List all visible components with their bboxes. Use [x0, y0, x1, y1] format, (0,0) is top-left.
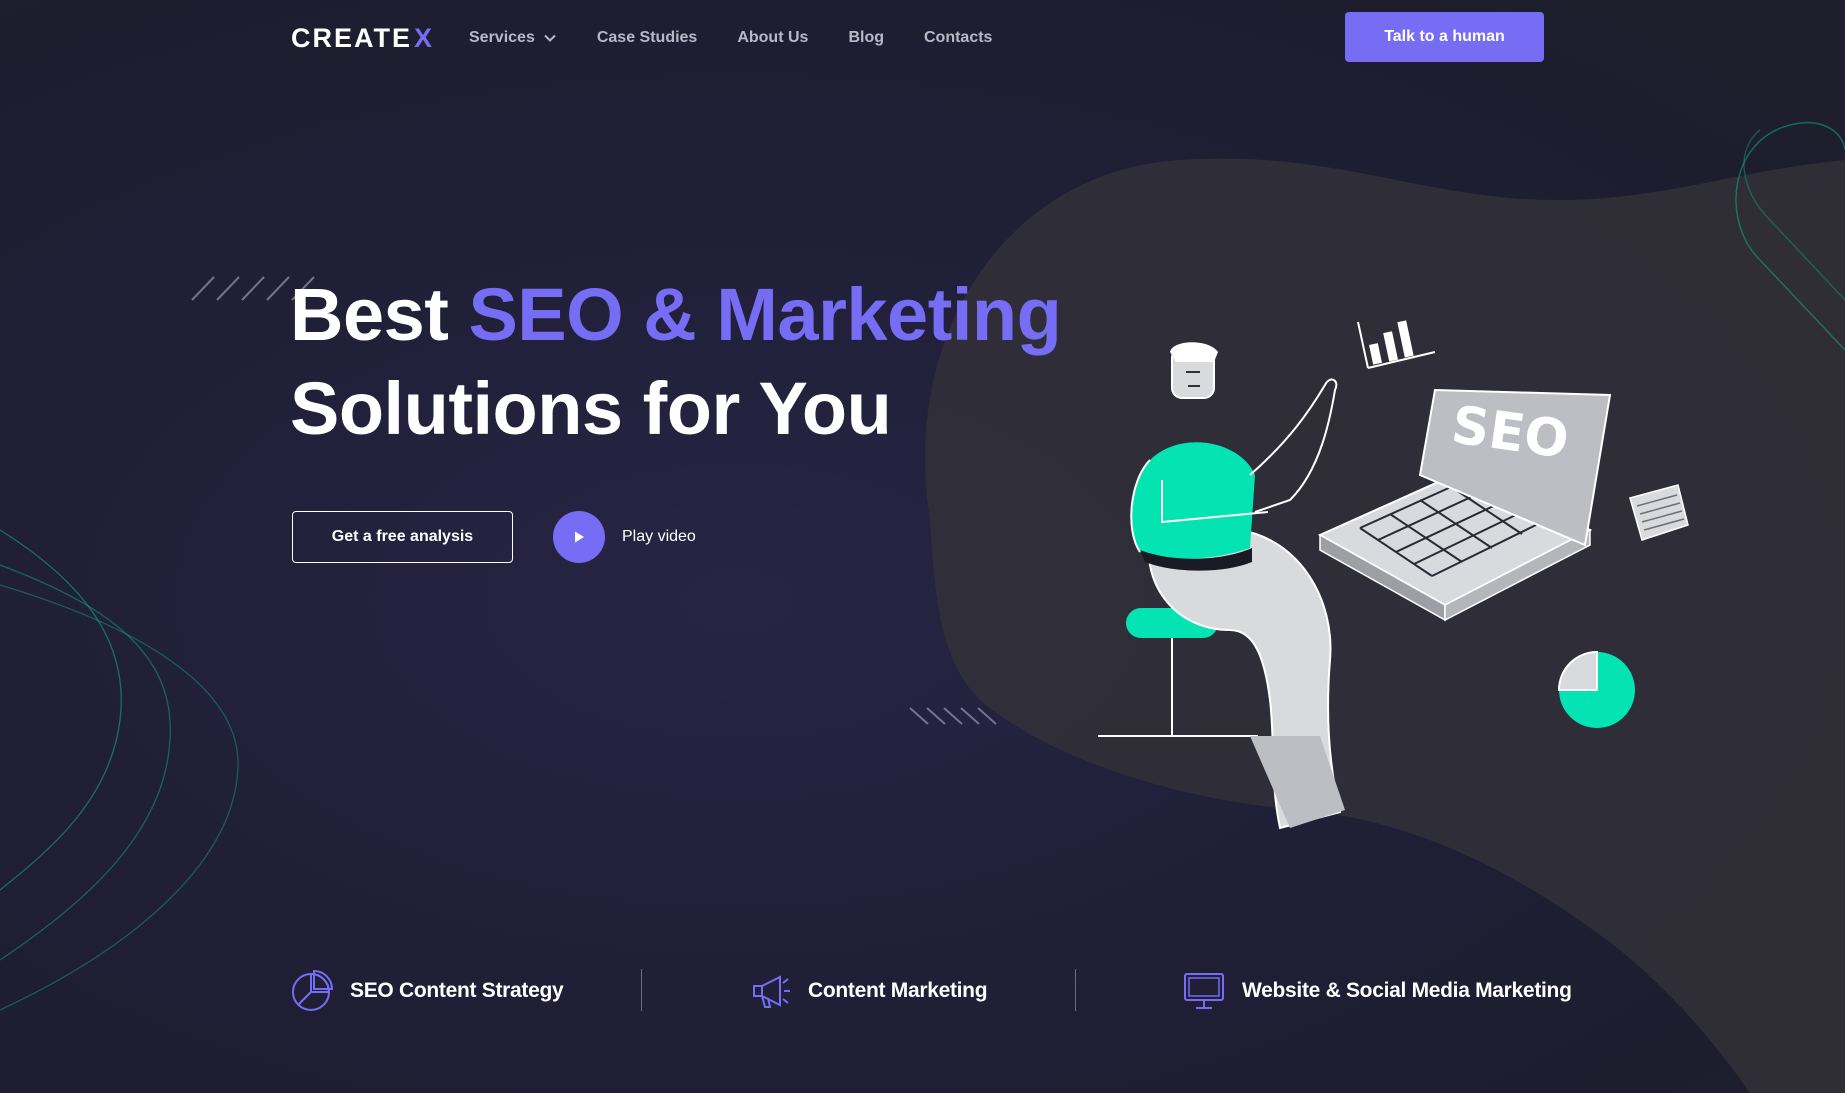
note-icon	[1629, 484, 1689, 541]
chevron-down-icon	[544, 34, 556, 42]
megaphone-icon	[753, 975, 790, 1008]
nav-blog[interactable]: Blog	[848, 26, 884, 50]
nav-about-us[interactable]: About Us	[737, 26, 808, 50]
feature-divider	[1075, 969, 1076, 1011]
nav-services-label: Services	[469, 29, 535, 46]
nav-contacts-label: Contacts	[923, 29, 993, 46]
logo-accent: X	[414, 23, 435, 53]
play-icon-circle	[553, 511, 605, 563]
play-video-label: Play video	[622, 528, 696, 545]
site-header: CREATE X Services Case Studies About Us B…	[0, 0, 1845, 74]
main-nav: Services Case Studies About Us Blog Cont…	[469, 26, 1032, 50]
feature-label: Content Marketing	[808, 979, 988, 1002]
bar-chart-icon	[1357, 320, 1436, 369]
feature-divider	[641, 969, 642, 1011]
nav-about-us-label: About Us	[737, 29, 809, 46]
nav-services[interactable]: Services	[469, 26, 557, 50]
nav-blog-label: Blog	[848, 29, 884, 46]
feature-content-marketing[interactable]: Content Marketing	[748, 966, 988, 1016]
talk-to-human-button[interactable]: Talk to a human	[1345, 12, 1544, 62]
feature-list: SEO Content Strategy Content Marketing W…	[290, 966, 1572, 1016]
pie-chart-icon	[1557, 650, 1635, 728]
hero-title-line2: Solutions for You	[290, 367, 892, 450]
nav-contacts[interactable]: Contacts	[924, 26, 992, 50]
monitor-icon	[1184, 973, 1224, 1009]
play-video-button[interactable]: Play video	[553, 511, 696, 563]
hero-illustration: SEO	[1098, 320, 1689, 830]
pie-chart-icon	[292, 969, 334, 1011]
logo-text: CREATE	[291, 23, 413, 53]
feature-label: Website & Social Media Marketing	[1242, 979, 1572, 1002]
hero-title: Best SEO & Marketing Solutions for You	[290, 268, 1062, 456]
logo[interactable]: CREATE X	[291, 23, 434, 54]
hero-title-accent: SEO & Marketing	[468, 273, 1062, 356]
feature-website-social-media[interactable]: Website & Social Media Marketing	[1182, 966, 1572, 1016]
person-head	[1170, 342, 1218, 399]
nav-case-studies-label: Case Studies	[596, 29, 698, 46]
hero-title-line1: Best SEO & Marketing	[290, 268, 1062, 362]
hero-title-part1: Best	[290, 273, 469, 356]
feature-seo-content-strategy[interactable]: SEO Content Strategy	[290, 966, 564, 1016]
nav-case-studies[interactable]: Case Studies	[597, 26, 697, 50]
play-icon	[575, 531, 584, 543]
free-analysis-button[interactable]: Get a free analysis	[292, 511, 513, 563]
feature-label: SEO Content Strategy	[350, 979, 564, 1002]
laptop: SEO	[1317, 388, 1612, 622]
